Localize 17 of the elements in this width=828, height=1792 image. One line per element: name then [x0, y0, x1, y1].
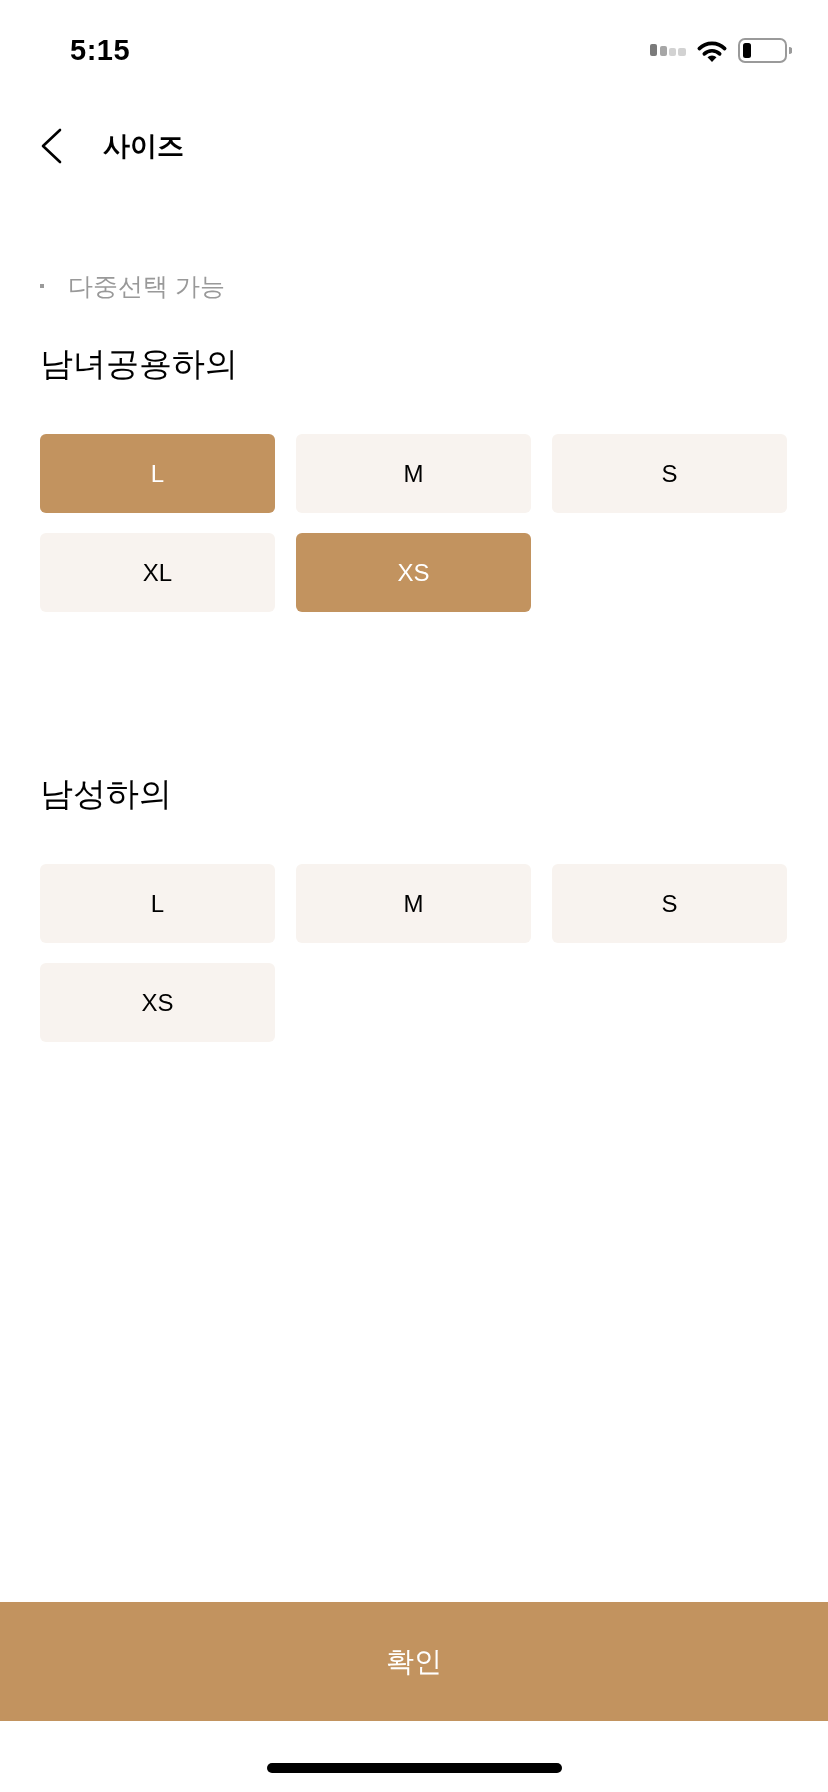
note-text: 다중선택 가능 — [68, 271, 225, 301]
size-option[interactable]: XS — [40, 963, 275, 1042]
page-title: 사이즈 — [103, 130, 184, 163]
status-time: 5:15 — [70, 33, 131, 67]
size-option[interactable]: XL — [40, 533, 275, 612]
back-icon — [39, 128, 63, 164]
size-option[interactable]: M — [296, 864, 531, 943]
section-title: 남녀공용하의 — [40, 344, 239, 384]
bullet-icon — [40, 284, 44, 288]
size-option[interactable]: L — [40, 864, 275, 943]
size-option[interactable]: M — [296, 434, 531, 513]
section-title: 남성하의 — [40, 774, 173, 814]
size-option[interactable]: S — [552, 864, 787, 943]
battery-icon — [738, 37, 792, 63]
size-option[interactable]: S — [552, 434, 787, 513]
back-button[interactable] — [39, 128, 63, 164]
signal-icon — [650, 44, 686, 56]
